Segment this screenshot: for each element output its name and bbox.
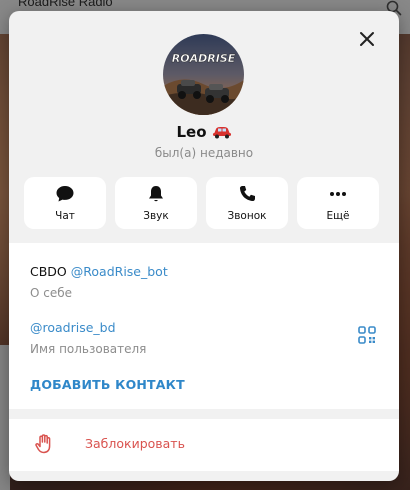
bio-text: CBDO @RoadRise_bot <box>30 264 168 279</box>
close-icon[interactable] <box>355 27 379 51</box>
hand-stop-icon <box>35 434 51 454</box>
profile-info-card: CBDO @RoadRise_bot О себе @roadrise_bd И… <box>9 243 399 409</box>
call-button-label: Звонок <box>227 210 267 222</box>
roadrise-avatar-icon: ROADRISE <box>163 34 244 115</box>
more-button-label: Ещё <box>326 210 350 222</box>
qr-code-icon[interactable] <box>358 326 376 344</box>
mute-button-label: Звук <box>143 210 169 222</box>
avatar[interactable]: ROADRISE <box>163 34 244 115</box>
profile-name: Leo <box>176 123 207 141</box>
mute-button[interactable]: Звук <box>115 177 197 229</box>
bio-prefix: CBDO <box>30 264 67 279</box>
call-button[interactable]: Звонок <box>206 177 288 229</box>
more-button[interactable]: Ещё <box>297 177 379 229</box>
more-icon <box>330 192 346 196</box>
profile-modal: ROADRISE Leo был(а) недавно Чат Звук Зво… <box>9 11 399 481</box>
red-car-icon <box>212 127 231 139</box>
add-contact-button[interactable]: ДОБАВИТЬ КОНТАКТ <box>30 377 185 392</box>
username-link[interactable]: @roadrise_bd <box>30 320 116 335</box>
block-user-label: Заблокировать <box>85 436 185 451</box>
bio-caption: О себе <box>30 286 73 300</box>
bio-bot-link[interactable]: @RoadRise_bot <box>71 264 168 279</box>
block-user-button[interactable]: Заблокировать <box>9 419 399 471</box>
chat-button-label: Чат <box>55 210 75 222</box>
avatar-logo-text: ROADRISE <box>172 52 236 65</box>
phone-icon <box>239 186 255 202</box>
profile-actions: Чат Звук Звонок Ещё <box>24 177 379 229</box>
profile-status: был(а) недавно <box>154 146 254 160</box>
chat-button[interactable]: Чат <box>24 177 106 229</box>
chat-icon <box>56 186 74 202</box>
profile-name-row: Leo <box>9 123 399 141</box>
bell-icon <box>149 186 163 202</box>
username-caption: Имя пользователя <box>30 342 147 356</box>
